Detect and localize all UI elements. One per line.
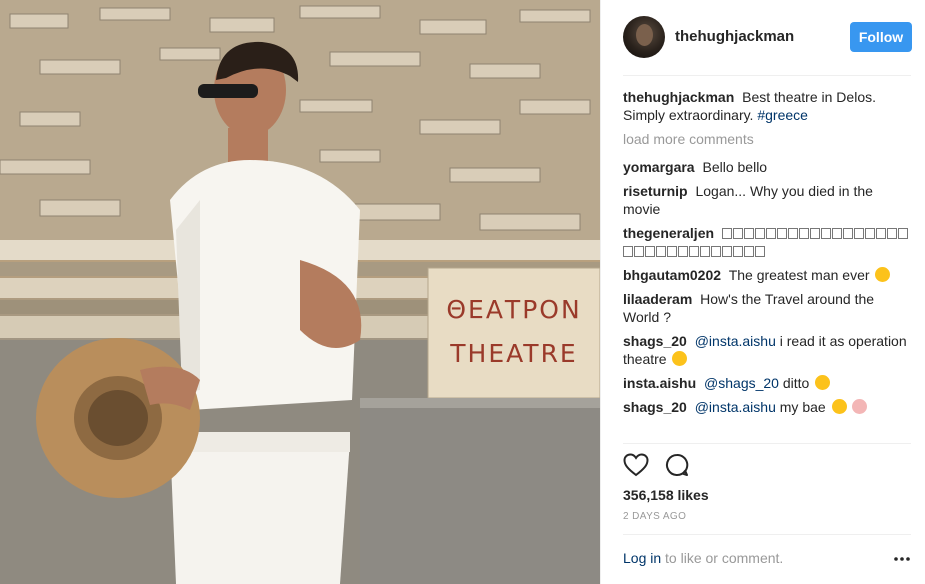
comment-mention[interactable]: @shags_20 [704,375,779,391]
kiss-emoji-icon [875,267,891,282]
load-more-comments[interactable]: load more comments [623,130,911,148]
header-divider [623,75,911,76]
sign-text-greek: ΘΕΑΤΡΟΝ [446,295,581,324]
laughing-emoji-icon [672,351,688,366]
login-prompt: Log in to like or comment. [623,550,783,566]
comment-username[interactable]: thegeneraljen [623,225,714,241]
post-header: thehughjackman Follow [601,0,925,75]
laughing-emoji-icon [831,399,847,414]
comment-text: my bae [779,399,826,415]
post-photo[interactable]: ΘΕΑΤΡΟΝ THEATRE [0,0,600,584]
list-item: insta.aishu @shags_20 ditto [623,374,911,392]
list-item: shags_20 @insta.aishu i read it as opera… [623,332,911,368]
comment-username[interactable]: riseturnip [623,183,688,199]
comment-username[interactable]: shags_20 [623,333,687,349]
login-text: to like or comment. [665,550,784,566]
list-item: bhgautam0202 The greatest man ever [623,266,911,284]
footer-divider [623,534,911,535]
comment-username[interactable]: lilaaderam [623,291,692,307]
comment-icon[interactable] [665,453,689,477]
comment-text: The greatest man ever [728,267,870,283]
likes-count[interactable]: 356,158 likes [623,487,709,503]
caption: thehughjackman Best theatre in Delos. Si… [623,88,911,124]
couple-emoji-icon [852,399,868,414]
more-options-icon[interactable] [893,553,911,565]
heart-icon[interactable] [623,453,649,477]
list-item: shags_20 @insta.aishu my bae [623,398,911,416]
avatar[interactable] [623,16,665,58]
header-username[interactable]: thehughjackman [675,28,794,45]
comment-username[interactable]: bhgautam0202 [623,267,721,283]
comment-mention[interactable]: @insta.aishu [695,399,776,415]
post-side-panel: thehughjackman Follow thehughjackman Bes… [600,0,925,584]
comment-username[interactable]: shags_20 [623,399,687,415]
comment-mention[interactable]: @insta.aishu [695,333,776,349]
comment-username[interactable]: insta.aishu [623,375,696,391]
caption-username[interactable]: thehughjackman [623,89,734,105]
list-item: riseturnip Logan... Why you died in the … [623,182,911,218]
list-item: yomargara Bello bello [623,158,911,176]
caption-hashtag[interactable]: #greece [757,107,808,123]
comment-text: ditto [782,375,810,391]
comment-text: Bello bello [702,159,768,175]
comments-divider [623,443,911,444]
instagram-post: ΘΕΑΤΡΟΝ THEATRE thehughjackman Follow th… [0,0,925,584]
list-item: lilaaderam How's the Travel around the W… [623,290,911,326]
sign-text-english: THEATRE [449,339,577,368]
photo-illustration: ΘΕΑΤΡΟΝ THEATRE [0,0,600,584]
follow-button[interactable]: Follow [850,22,912,52]
comment-username[interactable]: yomargara [623,159,695,175]
comments-list[interactable]: thehughjackman Best theatre in Delos. Si… [623,88,911,442]
list-item: thegeneraljen [623,224,911,260]
login-link[interactable]: Log in [623,550,661,566]
post-date[interactable]: 2 DAYS AGO [623,511,686,522]
laughing-emoji-icon [815,375,831,390]
